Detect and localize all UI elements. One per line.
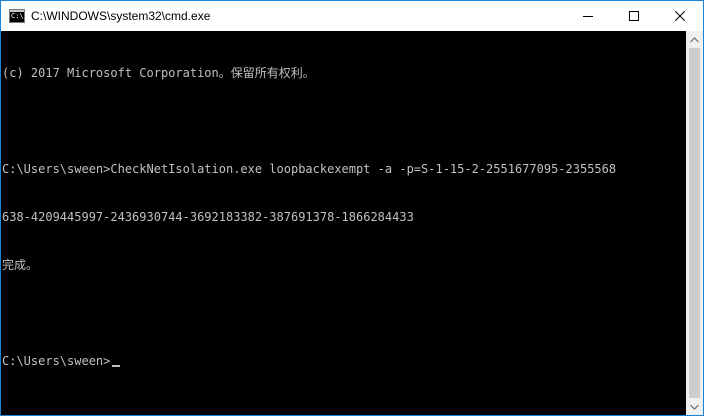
minimize-icon: [583, 16, 593, 17]
console-prompt-line[interactable]: C:\Users\sween>: [2, 353, 616, 369]
console-prompt: C:\Users\sween>: [2, 354, 111, 368]
chevron-down-icon: [690, 404, 699, 410]
scroll-up-button[interactable]: [686, 31, 703, 48]
window-title: C:\WINDOWS\system32\cmd.exe: [31, 9, 211, 23]
text-cursor: [112, 365, 121, 367]
cmd-icon-text: C:\: [11, 12, 24, 20]
minimize-button[interactable]: [565, 1, 611, 31]
console-output[interactable]: (c) 2017 Microsoft Corporation。保留所有权利。 C…: [1, 31, 686, 415]
close-icon: [675, 11, 685, 21]
console-line: 638-4209445997-2436930744-3692183382-387…: [2, 210, 414, 224]
console-line: (c) 2017 Microsoft Corporation。保留所有权利。: [2, 66, 315, 80]
title-bar[interactable]: C:\ C:\WINDOWS\system32\cmd.exe: [1, 1, 703, 31]
console-line: C:\Users\sween>CheckNetIsolation.exe loo…: [2, 162, 617, 176]
vertical-scrollbar[interactable]: [686, 31, 703, 415]
close-button[interactable]: [657, 1, 703, 31]
cmd-icon[interactable]: C:\: [9, 9, 25, 23]
console-line: 完成。: [2, 258, 39, 272]
scroll-down-button[interactable]: [686, 398, 703, 415]
maximize-icon: [629, 11, 639, 21]
maximize-button[interactable]: [611, 1, 657, 31]
cmd-window: C:\ C:\WINDOWS\system32\cmd.exe (c) 2017…: [0, 0, 704, 416]
chevron-up-icon: [690, 36, 699, 42]
scrollbar-thumb[interactable]: [689, 48, 700, 398]
